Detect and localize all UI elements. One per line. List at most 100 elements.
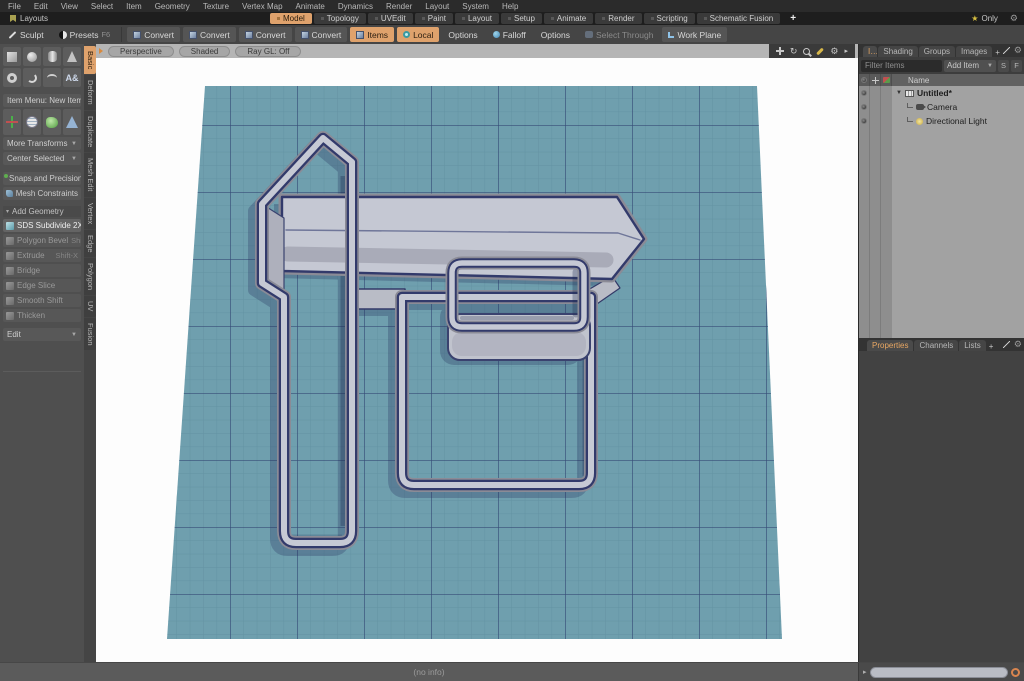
cylinder-primitive-button[interactable] [43, 47, 61, 66]
tab-layout[interactable]: Layout [454, 13, 499, 24]
vtab-mesh-edit[interactable]: Mesh Edit [84, 153, 96, 197]
tree-row-camera[interactable]: Camera [892, 100, 1024, 114]
convert-button-4[interactable]: Convert [294, 27, 348, 42]
visibility-toggle-row[interactable] [859, 114, 892, 128]
tree-row-directional-light[interactable]: Directional Light [892, 114, 1024, 128]
vtab-deform[interactable]: Deform [84, 75, 96, 110]
menu-dynamics[interactable]: Dynamics [338, 2, 373, 11]
menu-system[interactable]: System [462, 2, 489, 11]
vtab-duplicate[interactable]: Duplicate [84, 110, 96, 153]
menu-help[interactable]: Help [502, 2, 518, 11]
tab-shading[interactable]: Shading [878, 46, 918, 57]
mesh-constraints-button[interactable]: Mesh Constraints [3, 187, 81, 200]
tab-schematic-fusion[interactable]: Schematic Fusion [696, 13, 781, 24]
menu-view[interactable]: View [61, 2, 78, 11]
convert-button-3[interactable]: Convert [238, 27, 292, 42]
convert-button-1[interactable]: Convert [127, 27, 180, 42]
viewport-menu-icon[interactable] [99, 48, 103, 54]
filter-items-input[interactable]: Filter Items [861, 59, 942, 72]
menu-geometry[interactable]: Geometry [155, 2, 190, 11]
item-menu-dropdown[interactable]: Item Menu: New Item ▼ [3, 94, 81, 107]
add-workspace-tab-button[interactable]: + [782, 13, 804, 24]
vtab-fusion[interactable]: Fusion [84, 317, 96, 351]
tool-bridge[interactable]: Bridge [3, 264, 81, 277]
work-plane-button[interactable]: Work Plane [662, 27, 728, 42]
disclosure-triangle-icon[interactable]: ▼ [896, 90, 902, 96]
zoom-icon[interactable] [803, 47, 811, 55]
curve-tool-button[interactable] [43, 68, 61, 87]
falloff-button[interactable]: Falloff [487, 27, 532, 42]
tab-channels[interactable]: Channels [914, 340, 959, 351]
menu-layout[interactable]: Layout [425, 2, 449, 11]
tool-smooth-shift[interactable]: Smooth Shift [3, 294, 81, 307]
visibility-toggle-row[interactable] [859, 100, 892, 114]
wireframe-cone-tool-button[interactable] [63, 109, 81, 135]
vtab-polygon[interactable]: Polygon [84, 258, 96, 296]
tag-column-header[interactable] [881, 74, 892, 86]
pan-icon[interactable] [775, 47, 784, 55]
sculpt-blob-tool-button[interactable] [43, 109, 61, 135]
cube-primitive-button[interactable] [3, 47, 21, 66]
tab-item-list[interactable]: Item List [863, 46, 878, 57]
tab-render[interactable]: Render [595, 13, 642, 24]
helix-tool-button[interactable] [23, 68, 41, 87]
tab-setup[interactable]: Setup [501, 13, 542, 24]
vtab-basic[interactable]: Basic [84, 46, 96, 75]
tool-sds-subdivide[interactable]: SDS Subdivide 2X [3, 219, 81, 232]
tab-scripting[interactable]: Scripting [643, 13, 695, 24]
vtab-edge[interactable]: Edge [84, 229, 96, 258]
tool-polygon-bevel[interactable]: Polygon Bevel Shift-B [3, 234, 81, 247]
viewport-raygl-button[interactable]: Ray GL: Off [235, 45, 302, 57]
viewport-options-arrow-icon[interactable]: ▸ [844, 47, 848, 56]
rotate-icon[interactable]: ↻ [790, 46, 798, 56]
more-transforms-dropdown[interactable]: More Transforms ▼ [3, 137, 81, 150]
gear-icon[interactable]: ⚙ [1004, 13, 1024, 24]
tab-properties[interactable]: Properties [867, 340, 914, 351]
select-through-button[interactable]: Select Through [579, 27, 660, 42]
menu-render[interactable]: Render [386, 2, 412, 11]
menu-edit[interactable]: Edit [34, 2, 48, 11]
edit-dropdown[interactable]: Edit ▼ [3, 328, 81, 341]
tab-animate[interactable]: Animate [543, 13, 594, 24]
cone-primitive-button[interactable] [63, 47, 81, 66]
tool-edge-slice[interactable]: Edge Slice [3, 279, 81, 292]
vtab-vertex[interactable]: Vertex [84, 197, 96, 229]
command-history-icon[interactable] [1011, 667, 1020, 677]
uv-sphere-tool-button[interactable] [23, 109, 41, 135]
add-panel-tab-button[interactable]: + [993, 48, 1002, 57]
presets-button[interactable]: Presets F6 [53, 27, 117, 42]
menu-select[interactable]: Select [91, 2, 113, 11]
axis-transform-button[interactable] [3, 109, 21, 135]
only-filter-toggle[interactable]: ★ Only [965, 14, 1004, 23]
tab-model[interactable]: Model [270, 13, 312, 24]
options-button-2[interactable]: Options [535, 27, 576, 42]
snaps-and-precision-button[interactable]: Snaps and Precision [3, 172, 81, 185]
viewport-camera-mode-button[interactable]: Perspective [108, 45, 174, 57]
center-selected-dropdown[interactable]: Center Selected ▼ [3, 152, 81, 165]
key-icon[interactable] [816, 47, 825, 55]
expand-panel-icon[interactable] [1002, 47, 1010, 54]
viewport-3d-canvas[interactable] [96, 58, 858, 662]
tab-topology[interactable]: Topology [313, 13, 366, 24]
text-tool-button[interactable]: A& [63, 68, 81, 87]
options-button-1[interactable]: Options [442, 27, 483, 42]
visibility-column-header[interactable] [859, 74, 870, 86]
expand-panel-icon[interactable] [1002, 341, 1010, 348]
filters-button[interactable]: F [1011, 59, 1022, 72]
viewport-shading-mode-button[interactable]: Shaded [178, 45, 231, 57]
layouts-menu[interactable]: Layouts [0, 14, 270, 23]
name-column-header[interactable]: Name [892, 74, 1024, 86]
menu-vertex-map[interactable]: Vertex Map [242, 2, 282, 11]
convert-button-2[interactable]: Convert [182, 27, 236, 42]
local-action-center-button[interactable]: Local [397, 27, 440, 42]
sculpt-button[interactable]: Sculpt [2, 27, 50, 42]
add-panel-tab-button[interactable]: + [987, 342, 996, 351]
scopes-button[interactable]: S [998, 59, 1009, 72]
menu-file[interactable]: File [8, 2, 21, 11]
add-item-dropdown[interactable]: Add Item ▼ [944, 59, 996, 72]
menu-texture[interactable]: Texture [203, 2, 229, 11]
menu-item[interactable]: Item [126, 2, 142, 11]
tab-uvedit[interactable]: UVEdit [367, 13, 413, 24]
panel-gear-icon[interactable]: ⚙ [1014, 339, 1022, 350]
command-input[interactable] [869, 666, 1008, 678]
